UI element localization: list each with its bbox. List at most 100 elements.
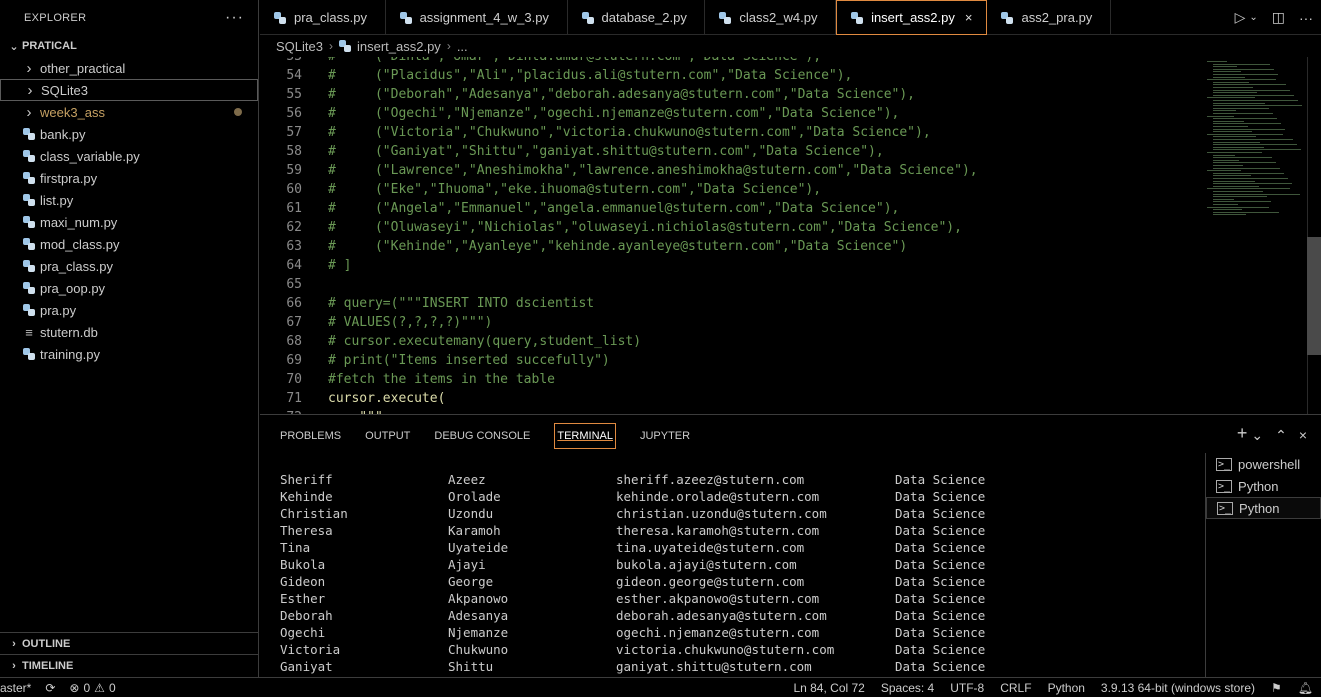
feedback-icon[interactable]: ⚑ (1271, 681, 1282, 695)
terminal-instance-label: Python (1239, 500, 1280, 516)
breadcrumb-file[interactable]: insert_ass2.py (357, 39, 441, 54)
tree-item[interactable]: maxi_num.py (0, 211, 258, 233)
python-file-icon (338, 40, 351, 52)
terminal-cell: Bukola (280, 557, 326, 572)
breadcrumb-folder[interactable]: SQLite3 (276, 39, 323, 54)
editor-scrollbar[interactable] (1307, 57, 1321, 414)
tab-insert-ass2-py[interactable]: insert_ass2.py × (836, 0, 988, 35)
tree-item[interactable]: bank.py (0, 123, 258, 145)
terminal-output[interactable]: Sheriff Azeez sheriff.azeez@stutern.com Dat… (280, 471, 1015, 675)
tab-assignment-4-w-3-py[interactable]: assignment_4_w_3.py× (386, 0, 568, 35)
code-editor[interactable]: 53 # ("Dinta","Umar","Dinta.umar@stutern.… (260, 57, 1321, 414)
code-text: # ("Lawrence","Aneshimokha","lawrence.an… (328, 163, 978, 178)
minimap-line (1213, 126, 1248, 127)
minimap-line (1213, 183, 1292, 185)
explorer-title: EXPLORER (24, 11, 87, 24)
explorer-header: EXPLORER ··· (0, 0, 258, 35)
close-icon[interactable]: × (965, 10, 973, 25)
branch-label[interactable]: aster* (0, 681, 31, 695)
chevron-down-icon[interactable]: ⌄ (1251, 427, 1263, 444)
terminal-cell: Data Science (895, 489, 986, 504)
timeline-section[interactable]: › TIMELINE (0, 654, 259, 676)
panel-tab-problems[interactable]: PROBLEMS (280, 424, 341, 448)
terminal-cell: Data Science (895, 540, 986, 555)
more-actions-icon[interactable]: ··· (1299, 10, 1313, 26)
tree-item[interactable]: › SQLite3 (0, 79, 258, 101)
tree-item[interactable]: list.py (0, 189, 258, 211)
terminal-cell: Victoria (280, 642, 341, 657)
tab-database-2-py[interactable]: database_2.py× (568, 0, 706, 35)
panel-tab-jupyter[interactable]: JUPYTER (640, 424, 690, 448)
minimap-line (1213, 81, 1249, 83)
problems-indicator[interactable]: ⊗ 0 ⚠ 0 (69, 681, 115, 695)
end-of-line[interactable]: CRLF (1000, 681, 1031, 695)
breadcrumb-tail[interactable]: ... (457, 39, 468, 54)
python-file-icon (23, 172, 35, 184)
tab-label: insert_ass2.py (871, 10, 955, 25)
terminal-cell: sheriff.azeez@stutern.com (616, 472, 805, 487)
tree-item[interactable]: pra_oop.py (0, 277, 258, 299)
tree-item-label: SQLite3 (41, 82, 88, 98)
outline-section[interactable]: › OUTLINE (0, 632, 259, 654)
workspace-root[interactable]: ⌄ PRATICAL (0, 35, 258, 57)
terminal-row: Kehinde Orolade kehinde.orolade@stutern.co… (280, 488, 1015, 505)
tree-item[interactable]: firstpra.py (0, 167, 258, 189)
split-editor-icon[interactable]: ◫ (1272, 9, 1285, 26)
run-icon[interactable]: ▷ (1235, 9, 1246, 26)
tree-item[interactable]: pra.py (0, 299, 258, 321)
scrollbar-thumb[interactable] (1307, 237, 1321, 355)
close-panel-icon[interactable]: × (1299, 427, 1307, 444)
more-actions-icon[interactable]: ··· (225, 9, 244, 27)
chevron-down-icon[interactable]: ⌄ (1249, 12, 1257, 23)
new-terminal-icon[interactable]: + (1237, 423, 1248, 444)
cursor-position[interactable]: Ln 84, Col 72 (793, 681, 864, 695)
tree-item-label: list.py (40, 192, 74, 208)
minimap[interactable] (1207, 57, 1307, 414)
python-interpreter[interactable]: 3.9.13 64-bit (windows store) (1101, 681, 1255, 695)
panel-tab-output[interactable]: OUTPUT (365, 424, 410, 448)
encoding[interactable]: UTF-8 (950, 681, 984, 695)
notifications-icon[interactable]: 🔔︎ (1298, 681, 1313, 695)
python-file-icon (20, 216, 38, 228)
sync-icon[interactable]: ⟳ (45, 681, 55, 695)
indentation[interactable]: Spaces: 4 (881, 681, 934, 695)
minimap-line (1213, 100, 1298, 101)
code-line: 70 #fetch the items in the table (260, 370, 1321, 389)
python-file-icon (20, 128, 38, 140)
code-line: 54 # ("Placidus","Ali","placidus.ali@stut… (260, 66, 1321, 85)
terminal-row: Deborah Adesanya deborah.adesanya@stutern.… (280, 607, 1015, 624)
tree-item[interactable]: training.py (0, 343, 258, 365)
tree-item[interactable]: › week3_ass (0, 101, 258, 123)
panel-tab-terminal[interactable]: TERMINAL (554, 423, 616, 449)
tree-item-label: class_variable.py (40, 148, 140, 164)
terminal-cell: Data Science (895, 591, 986, 606)
tree-item[interactable]: › other_practical (0, 57, 258, 79)
tab-ass2-pra-py[interactable]: ass2_pra.py× (987, 0, 1111, 35)
minimap-line (1213, 214, 1246, 216)
language-mode[interactable]: Python (1048, 681, 1085, 695)
python-file-icon (399, 11, 412, 24)
tree-item-label: bank.py (40, 126, 86, 142)
minimap-line (1213, 172, 1284, 174)
tree-item[interactable]: ≡ stutern.db (0, 321, 258, 343)
minimap-line (1213, 118, 1277, 120)
terminal-cell: Chukwuno (448, 642, 509, 657)
terminal-cell: tina.uyateide@stutern.com (616, 540, 805, 555)
code-text: # ("Eke","Ihuoma","eke.ihuoma@stutern.co… (328, 182, 822, 197)
minimap-line (1213, 87, 1253, 88)
breadcrumb: SQLite3 › insert_ass2.py › ... (260, 35, 1321, 57)
terminal-instance[interactable]: >_ Python (1206, 475, 1321, 497)
tab-pra-class-py[interactable]: pra_class.py× (260, 0, 386, 35)
tree-item[interactable]: class_variable.py (0, 145, 258, 167)
terminal-instance[interactable]: >_ powershell (1206, 453, 1321, 475)
tree-item[interactable]: mod_class.py (0, 233, 258, 255)
tab-class2-w4-py[interactable]: class2_w4.py× (705, 0, 837, 35)
terminal-instance[interactable]: >_ Python (1206, 497, 1321, 519)
maximize-panel-icon[interactable]: ⌃ (1275, 427, 1287, 444)
minimap-line (1207, 79, 1276, 81)
terminal-row: Tina Uyateide tina.uyateide@stutern.com Dat… (280, 539, 1015, 556)
tree-item[interactable]: pra_class.py (0, 255, 258, 277)
panel-tab-debug-console[interactable]: DEBUG CONSOLE (434, 424, 530, 448)
tab-label: ass2_pra.py (1021, 10, 1093, 25)
minimap-line (1213, 120, 1244, 122)
